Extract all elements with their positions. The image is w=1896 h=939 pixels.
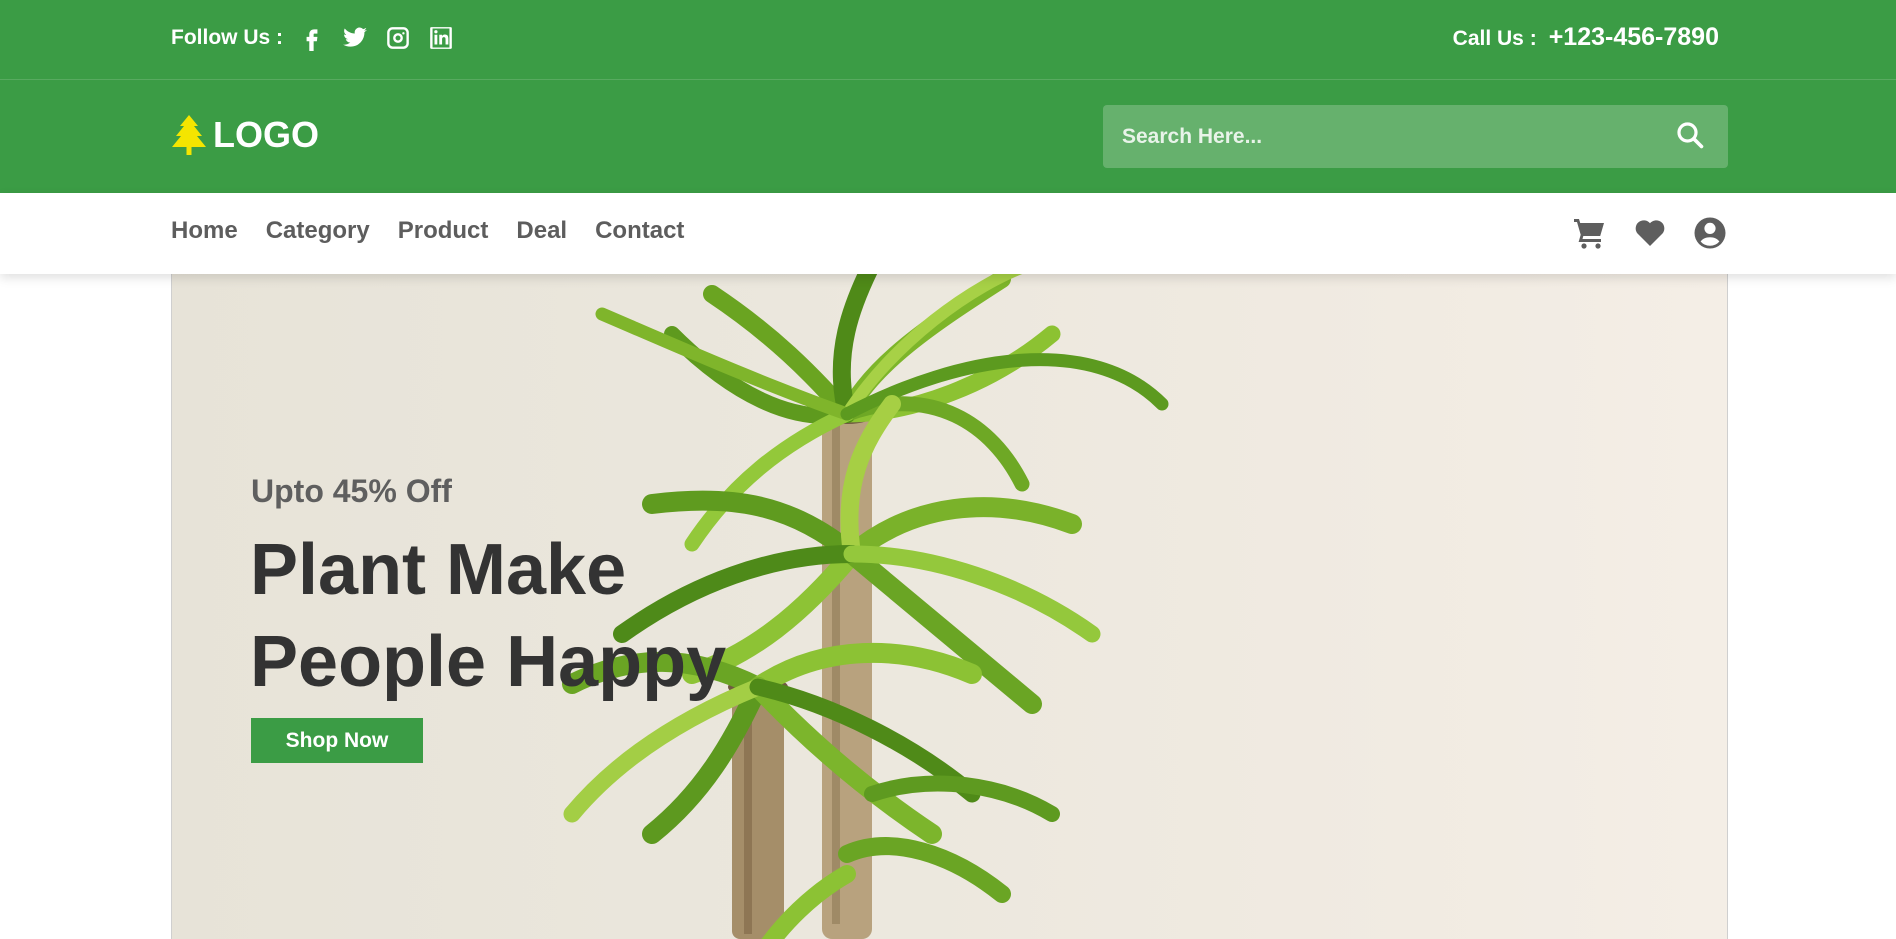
header: LOGO — [0, 80, 1896, 193]
hero-banner: Upto 45% Off Plant Make People Happy Sho… — [171, 274, 1728, 939]
nav-item-home[interactable]: Home — [171, 217, 238, 245]
instagram-icon[interactable] — [383, 23, 413, 53]
search-icon — [1677, 122, 1704, 149]
nav-item-product[interactable]: Product — [398, 217, 489, 245]
search-box — [1103, 105, 1728, 168]
shop-now-button[interactable]: Shop Now — [251, 718, 423, 763]
nav-item-deal[interactable]: Deal — [516, 217, 567, 245]
call-us-label: Call Us : — [1452, 27, 1537, 50]
cart-icon[interactable] — [1572, 215, 1608, 251]
logo-text: LOGO — [213, 114, 319, 155]
hero-title-line-2: People Happy — [250, 622, 727, 702]
nav-menu: Home Category Product Deal Contact — [171, 217, 712, 245]
main-nav: Home Category Product Deal Contact — [0, 193, 1896, 274]
follow-us-label: Follow Us : — [171, 26, 283, 49]
nav-item-contact[interactable]: Contact — [595, 217, 684, 245]
tree-icon — [172, 115, 206, 155]
user-account-icon[interactable] — [1692, 215, 1728, 251]
call-us: Call Us : +123-456-7890 — [1453, 23, 1719, 52]
search-input[interactable] — [1103, 105, 1663, 168]
hero-title-line-1: Plant Make — [250, 530, 627, 610]
phone-number[interactable]: +123-456-7890 — [1549, 23, 1719, 52]
twitter-icon[interactable] — [340, 23, 370, 53]
search-button[interactable] — [1676, 121, 1708, 153]
nav-icons — [1548, 215, 1728, 251]
linkedin-icon[interactable] — [426, 23, 456, 53]
hero-offer: Upto 45% Off — [251, 473, 452, 509]
follow-us: Follow Us : — [171, 23, 469, 53]
heart-icon[interactable] — [1632, 215, 1668, 251]
hero-title: Plant Make People Happy — [250, 524, 726, 708]
top-bar: Follow Us : Call Us : +123-456-7890 — [0, 0, 1896, 80]
logo[interactable]: LOGO — [171, 114, 319, 156]
nav-item-category[interactable]: Category — [266, 217, 370, 245]
facebook-icon[interactable] — [297, 23, 327, 53]
